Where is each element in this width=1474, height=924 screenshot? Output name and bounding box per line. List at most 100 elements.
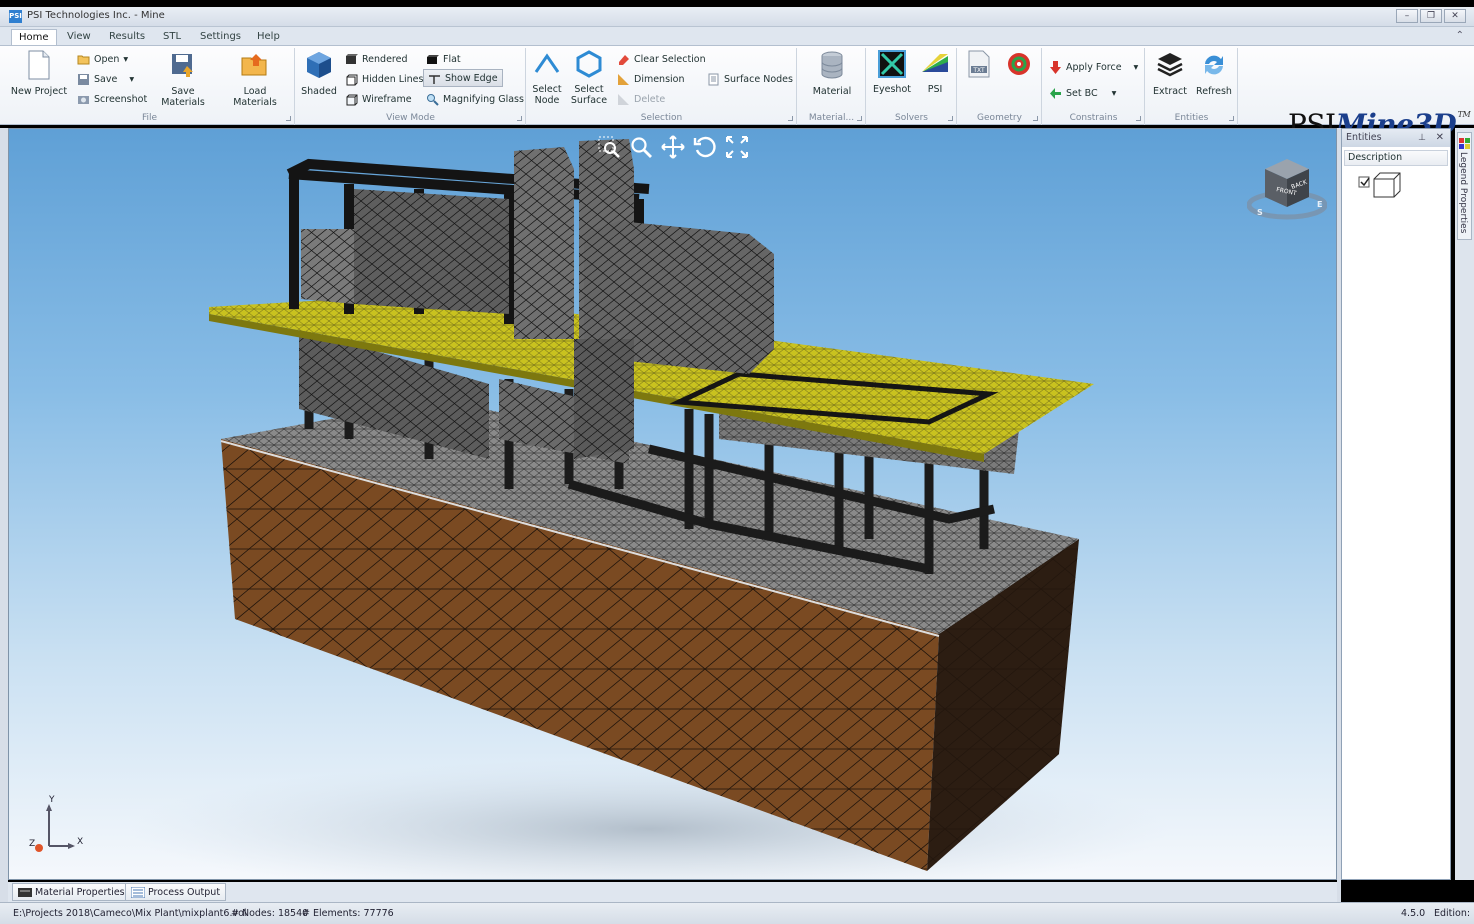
edition: Edition: [1434, 908, 1471, 919]
compass-e: E [1317, 200, 1322, 209]
hidden-lines-button[interactable]: Hidden Lines [345, 70, 423, 88]
material-button[interactable]: Material [806, 50, 858, 97]
3d-viewport[interactable]: FRONT BACK S E Y X Z [8, 128, 1337, 880]
hidden-lines-icon [346, 74, 358, 85]
save-button[interactable]: Save ▾ [77, 70, 134, 88]
geometry-tool-button[interactable] [1002, 50, 1036, 84]
group-material-caption: Material... [798, 113, 865, 123]
zoom-fit-icon[interactable] [725, 135, 749, 159]
psi-solver-icon [922, 54, 948, 72]
tab-help[interactable]: Help [250, 29, 287, 46]
select-node-button[interactable]: Select Node [529, 50, 565, 106]
tab-settings[interactable]: Settings [193, 29, 248, 46]
axis-triad: Y X Z [29, 795, 83, 852]
close-button[interactable]: ✕ [1444, 9, 1466, 23]
new-document-icon [28, 50, 50, 80]
wireframe-button[interactable]: Wireframe [345, 90, 412, 108]
show-edge-button[interactable]: Show Edge [423, 69, 503, 87]
eyeshot-label: Eyeshot [873, 84, 911, 95]
eyeshot-button[interactable]: Eyeshot [871, 50, 913, 95]
clear-selection-button[interactable]: Clear Selection [617, 50, 706, 68]
select-surface-label-1: Select [574, 84, 604, 95]
tab-view[interactable]: View [60, 29, 98, 46]
save-icon [78, 73, 89, 85]
group-view-mode-caption: View Mode [296, 113, 525, 123]
apply-force-button[interactable]: Apply Force ▾ [1049, 58, 1138, 76]
view-cube[interactable]: FRONT BACK S E [1247, 155, 1327, 225]
delete-icon [618, 93, 629, 105]
select-surface-button[interactable]: Select Surface [569, 50, 609, 106]
delete-button[interactable]: Delete [617, 90, 665, 108]
material-properties-icon [18, 887, 32, 897]
minimize-button[interactable]: – [1396, 9, 1418, 23]
flat-label: Flat [443, 53, 461, 65]
folder-open-icon [77, 55, 90, 64]
arrow-down-icon [1050, 60, 1061, 74]
load-materials-label: Load Materials [233, 86, 277, 108]
group-geometry: TXT Geometry [958, 48, 1042, 125]
select-node-label-1: Select [532, 84, 562, 95]
group-file: New Project Open ▾ Save ▾ Screenshot Save … [5, 48, 295, 125]
chevron-down-icon: ▾ [1133, 61, 1139, 73]
shaded-button[interactable]: Shaded [300, 50, 338, 97]
cube-icon [1373, 172, 1401, 198]
select-node-label-2: Node [534, 95, 560, 106]
chevron-down-icon: ▾ [1111, 87, 1117, 99]
title-bar: PSI PSI Technologies Inc. - Mine – ❐ ✕ [0, 7, 1474, 27]
axis-x-label: X [77, 837, 83, 847]
flat-button[interactable]: Flat [426, 50, 461, 68]
file-path: E:\Projects 2018\Cameco\Mix Plant\mixpla… [13, 908, 247, 919]
tab-process-output[interactable]: Process Output [125, 883, 227, 901]
group-solvers-caption: Solvers [867, 113, 956, 123]
zoom-icon[interactable] [629, 135, 653, 159]
refresh-icon [1205, 55, 1223, 75]
tab-results[interactable]: Results [102, 29, 152, 46]
layers-icon [1157, 53, 1183, 77]
txt-geometry-button[interactable]: TXT [964, 50, 994, 84]
description-column-header[interactable]: Description [1344, 150, 1448, 166]
tab-home[interactable]: Home [11, 29, 57, 46]
select-surface-label-2: Surface [570, 95, 608, 106]
group-file-caption: File [5, 113, 294, 123]
psi-solver-button[interactable]: PSI [917, 50, 953, 95]
dimension-button[interactable]: Dimension [617, 70, 685, 88]
shaded-cube-icon [307, 52, 331, 78]
entities-header: Entities ⊥ ✕ [1342, 129, 1450, 147]
save-materials-button[interactable]: Save Materials [149, 50, 217, 108]
screenshot-label: Screenshot [94, 93, 148, 105]
entity-row[interactable] [1342, 169, 1450, 198]
ribbon: New Project Open ▾ Save ▾ Screenshot Save … [0, 45, 1474, 141]
refresh-button[interactable]: Refresh [1194, 50, 1234, 97]
node-count: # Nodes: 18540 [231, 908, 309, 919]
version: 4.5.0 [1401, 908, 1426, 919]
database-icon [821, 51, 843, 79]
screenshot-button[interactable]: Screenshot [77, 90, 147, 108]
magnifying-glass-button[interactable]: Magnifying Glass [426, 90, 524, 108]
axis-z-label: Z [29, 839, 35, 849]
rotate-icon[interactable] [693, 135, 717, 159]
set-bc-button[interactable]: Set BC ▾ [1049, 84, 1116, 102]
model-render [129, 139, 1169, 879]
open-button[interactable]: Open ▾ [77, 50, 128, 68]
shaded-label: Shaded [301, 86, 337, 97]
ribbon-collapse-icon[interactable]: ⌃ [1456, 30, 1464, 41]
restore-button[interactable]: ❐ [1420, 9, 1442, 23]
status-bar: E:\Projects 2018\Cameco\Mix Plant\mixpla… [0, 902, 1474, 924]
rendered-button[interactable]: Rendered [345, 50, 408, 68]
pan-icon[interactable] [661, 135, 685, 159]
pin-icon[interactable]: ⊥ [1418, 129, 1426, 147]
zoom-window-icon[interactable] [597, 135, 621, 159]
window-controls: – ❐ ✕ [1396, 9, 1466, 23]
color-grid-icon [1459, 138, 1470, 149]
surface-nodes-button[interactable]: Surface Nodes [707, 70, 793, 88]
save-materials-icon [172, 54, 193, 77]
tab-stl[interactable]: STL [156, 29, 188, 46]
extract-button[interactable]: Extract [1150, 50, 1190, 97]
ruler-icon [618, 73, 629, 85]
load-materials-button[interactable]: Load Materials [221, 50, 289, 108]
new-project-label: New Project [10, 86, 68, 97]
new-project-button[interactable]: New Project [8, 50, 70, 97]
tab-material-properties[interactable]: Material Properties [12, 883, 131, 901]
close-icon[interactable]: ✕ [1436, 129, 1444, 147]
chevron-down-icon: ▾ [129, 73, 135, 85]
